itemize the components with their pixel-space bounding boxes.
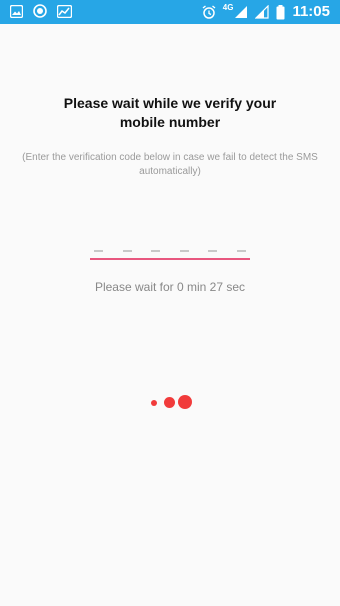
code-digit-placeholders	[90, 240, 250, 252]
code-digit-slot	[122, 250, 132, 252]
network-type-label: 4G	[222, 3, 234, 12]
verification-code-input[interactable]	[90, 238, 250, 260]
signal-icon	[234, 5, 248, 19]
signal-icon-2	[255, 5, 270, 19]
status-bar: 4G 11:05	[0, 0, 340, 24]
code-digit-slot	[151, 250, 161, 252]
code-digit-slot	[208, 250, 218, 252]
timer-prefix: Please wait for	[94, 280, 177, 294]
circle-app-icon	[33, 4, 47, 18]
code-digit-slot	[179, 250, 189, 252]
loader-dot	[151, 400, 157, 406]
loader-dot	[178, 395, 192, 409]
loader-dot	[164, 397, 175, 408]
chart-app-icon	[57, 4, 72, 18]
countdown-timer: Please wait for 0 min 27 sec	[0, 279, 340, 295]
timer-value: 0 min 27 sec	[177, 280, 246, 294]
instruction-line-2: automatically)	[139, 166, 201, 177]
title-line-1: Please wait while we verify your	[63, 95, 277, 111]
status-time: 11:05	[292, 3, 330, 20]
page-title: Please wait while we verify your mobile …	[0, 94, 340, 132]
loading-indicator	[0, 394, 340, 412]
code-digit-slot	[236, 250, 246, 252]
title-line-2: mobile number	[119, 114, 221, 130]
instruction-line-1: (Enter the verification code below in ca…	[22, 152, 318, 163]
code-digit-slot	[94, 250, 103, 252]
code-input-underline	[90, 258, 250, 260]
instruction-text: (Enter the verification code below in ca…	[0, 151, 340, 179]
alarm-icon	[202, 5, 216, 19]
image-icon	[10, 4, 23, 18]
battery-icon	[276, 4, 285, 20]
